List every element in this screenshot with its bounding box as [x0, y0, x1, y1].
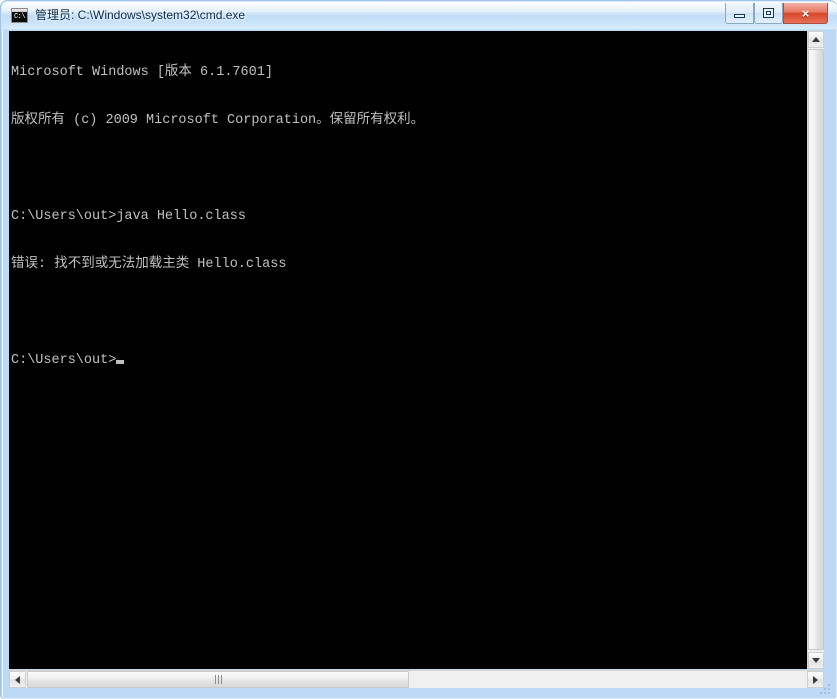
console-output-area[interactable]: Microsoft Windows [版本 6.1.7601] 版权所有 (c)… — [9, 31, 807, 669]
console-line: C:\Users\out>java Hello.class — [11, 209, 246, 224]
cmd-window: C:\ 管理员: C:\Windows\system32\cmd.exe × M… — [0, 0, 837, 699]
horizontal-scrollbar[interactable] — [9, 670, 824, 688]
icon-prompt-glyph: C:\ — [13, 13, 26, 21]
scroll-left-button[interactable] — [9, 671, 26, 688]
chevron-right-icon — [813, 675, 818, 684]
text-cursor — [116, 360, 125, 364]
scroll-down-button[interactable] — [808, 652, 824, 669]
console-line: 版权所有 (c) 2009 Microsoft Corporation。保留所有… — [11, 113, 425, 128]
console-text: Microsoft Windows [版本 6.1.7601] 版权所有 (c)… — [11, 33, 424, 401]
console-line: Microsoft Windows [版本 6.1.7601] — [11, 65, 273, 80]
minimize-button[interactable] — [725, 3, 754, 24]
horizontal-scrollbar-thumb[interactable] — [27, 671, 409, 688]
close-button[interactable]: × — [783, 3, 828, 24]
console-prompt-line: C:\Users\out> — [11, 353, 424, 369]
chevron-up-icon — [812, 37, 820, 42]
window-title: 管理员: C:\Windows\system32\cmd.exe — [35, 8, 246, 22]
console-line: 错误: 找不到或无法加载主类 Hello.class — [11, 257, 287, 272]
maximize-icon — [755, 3, 782, 23]
resize-grip[interactable] — [820, 682, 833, 695]
scrollbar-grip-icon — [214, 675, 222, 684]
minimize-icon — [726, 3, 753, 23]
console-prompt: C:\Users\out> — [11, 353, 117, 368]
chevron-down-icon — [812, 658, 820, 663]
vertical-scrollbar-thumb[interactable] — [808, 49, 824, 650]
maximize-restore-button[interactable] — [754, 3, 783, 24]
scroll-up-button[interactable] — [808, 31, 824, 48]
close-icon: × — [801, 5, 810, 21]
chevron-left-icon — [15, 675, 20, 684]
title-bar[interactable]: C:\ 管理员: C:\Windows\system32\cmd.exe × — [2, 2, 837, 29]
cmd-console-icon[interactable]: C:\ — [11, 8, 28, 23]
vertical-scrollbar[interactable] — [807, 31, 824, 669]
